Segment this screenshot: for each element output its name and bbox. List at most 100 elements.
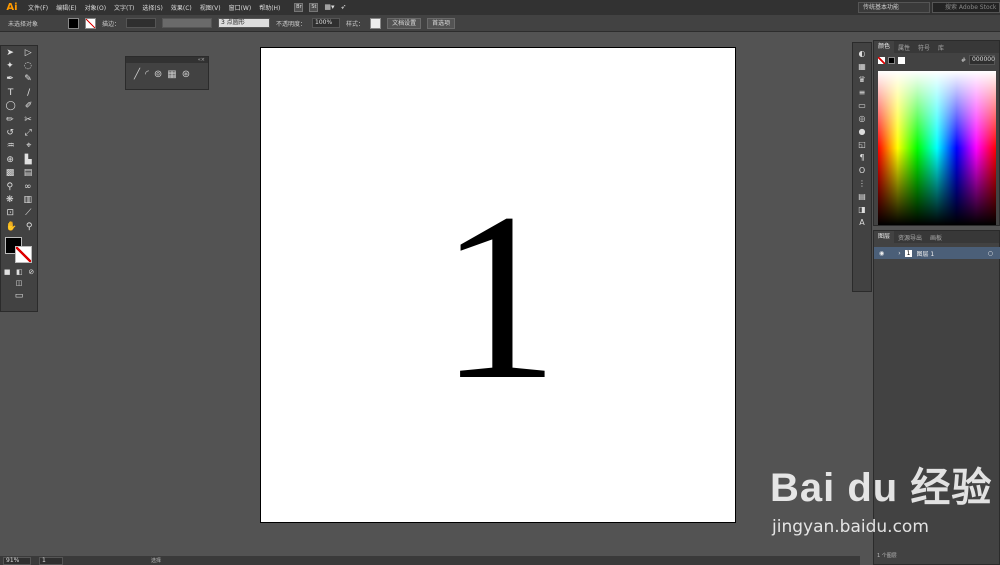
transform-icon[interactable]: ▤ <box>858 192 866 201</box>
tab-asset-export[interactable]: 资源导出 <box>894 233 926 242</box>
layer-name[interactable]: 图层 1 <box>916 249 934 258</box>
layer-row[interactable]: ◉ › 1 图层 1 ○ <box>874 247 1000 259</box>
stroke-color-box[interactable] <box>15 246 32 264</box>
color-spectrum[interactable] <box>878 71 996 225</box>
shape-builder-icon[interactable]: ⊕ <box>6 155 14 165</box>
menu-bar: Ai 文件(F) 编辑(E) 对象(O) 文字(T) 选择(S) 效果(C) 视… <box>0 0 1000 15</box>
blend-tool-icon[interactable]: ∞ <box>24 182 32 192</box>
stock-search-input[interactable]: 搜索 Adobe Stock <box>932 2 1000 13</box>
variable-width-field[interactable] <box>162 18 213 28</box>
gradient-tool-icon[interactable]: ▤ <box>24 168 33 178</box>
menu-object[interactable]: 对象(O) <box>81 3 110 12</box>
stroke-weight-field[interactable] <box>126 18 157 28</box>
artboard[interactable]: 1 <box>260 47 736 523</box>
zoom-tool-icon[interactable]: ⚲ <box>26 222 33 232</box>
pen-tool-icon[interactable]: ✒ <box>6 74 14 84</box>
glyphs-icon[interactable]: A <box>859 218 864 227</box>
menu-file[interactable]: 文件(F) <box>24 3 52 12</box>
screen-mode-icon[interactable]: ▭ <box>15 291 24 301</box>
menu-edit[interactable]: 编辑(E) <box>52 3 80 12</box>
artboard-navigator[interactable]: 1 <box>39 556 63 565</box>
stock-button[interactable]: St <box>309 3 319 12</box>
scissors-icon[interactable]: ✂ <box>24 115 32 125</box>
none-swatch[interactable] <box>878 56 885 64</box>
menu-select[interactable]: 选择(S) <box>138 3 167 12</box>
gradient-panel-icon[interactable]: ▭ <box>858 101 866 110</box>
bridge-button[interactable]: Br <box>294 3 304 12</box>
paintbrush-icon[interactable]: ✐ <box>25 101 33 111</box>
tab-attributes[interactable]: 属性 <box>894 43 914 52</box>
grid-tool-icon[interactable]: ▦ <box>167 69 176 80</box>
opentype-icon[interactable]: O <box>859 166 865 175</box>
menu-help[interactable]: 帮助(H) <box>255 3 284 12</box>
pathfinder-icon[interactable]: ◨ <box>858 205 866 214</box>
preferences-button[interactable]: 首选项 <box>427 17 456 29</box>
ellipse-tool-icon[interactable]: ◯ <box>6 101 16 111</box>
align-icon[interactable]: ⋮ <box>858 179 866 188</box>
brush-definition[interactable]: 3 点圆形 <box>218 18 271 28</box>
graphic-style-swatch[interactable] <box>370 17 382 29</box>
tab-libraries[interactable]: 库 <box>934 43 948 52</box>
tab-artboards[interactable]: 画板 <box>926 233 946 242</box>
direct-selection-icon[interactable]: ▷ <box>25 48 32 58</box>
hand-tool-icon[interactable]: ✋ <box>6 222 17 232</box>
draw-mode-icon[interactable]: ◫ <box>16 279 23 287</box>
graphic-styles-icon[interactable]: ◱ <box>858 140 866 149</box>
transparency-icon[interactable]: ◎ <box>859 114 866 123</box>
visibility-eye-icon[interactable]: ◉ <box>879 250 884 257</box>
mesh-tool-icon[interactable]: ▩ <box>6 168 15 178</box>
polar-grid-icon[interactable]: ⊛ <box>182 69 190 80</box>
none-mode-icon[interactable]: ⊘ <box>28 268 34 276</box>
shaper-icon[interactable]: ✏ <box>6 115 14 125</box>
arc-tool-icon[interactable]: ◜ <box>145 69 149 80</box>
artboard-tool-icon[interactable]: ⊡ <box>7 208 15 218</box>
workspace-switcher[interactable]: 传统基本功能 <box>858 2 930 13</box>
rotate-tool-icon[interactable]: ↺ <box>6 128 14 138</box>
menu-window[interactable]: 窗口(W) <box>225 3 256 12</box>
tab-color[interactable]: 颜色 <box>874 41 895 53</box>
line-tool-icon[interactable]: / <box>27 88 30 98</box>
brushes-icon[interactable]: ♛ <box>858 75 865 84</box>
black-swatch[interactable] <box>888 56 895 64</box>
free-transform-icon[interactable]: ⌖ <box>26 141 31 151</box>
watermark-url: jingyan.baidu.com <box>772 517 929 537</box>
perspective-icon[interactable]: ▙ <box>25 155 32 165</box>
white-swatch[interactable] <box>898 56 905 64</box>
swatches-icon[interactable]: ▦ <box>858 62 866 71</box>
color-panel-icon[interactable]: ◐ <box>859 49 866 58</box>
fill-swatch[interactable] <box>68 17 80 29</box>
appearance-icon[interactable]: ● <box>859 127 866 136</box>
warp-tool-icon[interactable]: ♒ <box>7 141 15 151</box>
stroke-panel-icon[interactable]: ≡ <box>859 88 866 97</box>
expand-chevron-icon[interactable]: › <box>898 250 900 257</box>
arrange-icon[interactable]: ▦▾ <box>324 3 334 12</box>
document-setup-button[interactable]: 文档设置 <box>387 17 422 29</box>
scale-tool-icon[interactable]: ⤢ <box>24 128 31 138</box>
symbol-sprayer-icon[interactable]: ❋ <box>6 195 14 205</box>
tab-layers[interactable]: 图层 <box>874 231 895 243</box>
magic-wand-icon[interactable]: ✦ <box>6 61 14 71</box>
tab-symbols[interactable]: 符号 <box>914 43 934 52</box>
line-segment-icon[interactable]: ╱ <box>134 69 140 80</box>
color-mode-icon[interactable]: ■ <box>4 268 11 276</box>
menu-type[interactable]: 文字(T) <box>110 3 138 12</box>
opacity-field[interactable]: 100% <box>312 18 341 28</box>
zoom-field[interactable]: 91% <box>3 556 31 565</box>
menu-view[interactable]: 视图(V) <box>196 3 225 12</box>
lasso-icon[interactable]: ◌ <box>24 61 32 71</box>
target-circle-icon[interactable]: ○ <box>988 250 993 257</box>
type-tool-icon[interactable]: T <box>8 88 14 98</box>
curvature-icon[interactable]: ✎ <box>24 74 32 84</box>
gpu-rocket-icon[interactable]: ➶ <box>341 3 347 12</box>
spiral-tool-icon[interactable]: ⊚ <box>154 69 162 80</box>
eyedropper-icon[interactable]: ⚲ <box>6 182 13 192</box>
menu-effect[interactable]: 效果(C) <box>167 3 196 12</box>
gradient-mode-icon[interactable]: ◧ <box>16 268 23 276</box>
hex-field[interactable]: 000000 <box>969 55 995 65</box>
slice-tool-icon[interactable]: ⟋ <box>25 208 31 218</box>
character-icon[interactable]: ¶ <box>859 153 864 162</box>
artboard-number-text[interactable]: 1 <box>261 48 737 524</box>
selection-tool-icon[interactable]: ➤ <box>6 48 14 58</box>
graph-tool-icon[interactable]: ▥ <box>24 195 33 205</box>
stroke-swatch[interactable] <box>85 17 97 29</box>
